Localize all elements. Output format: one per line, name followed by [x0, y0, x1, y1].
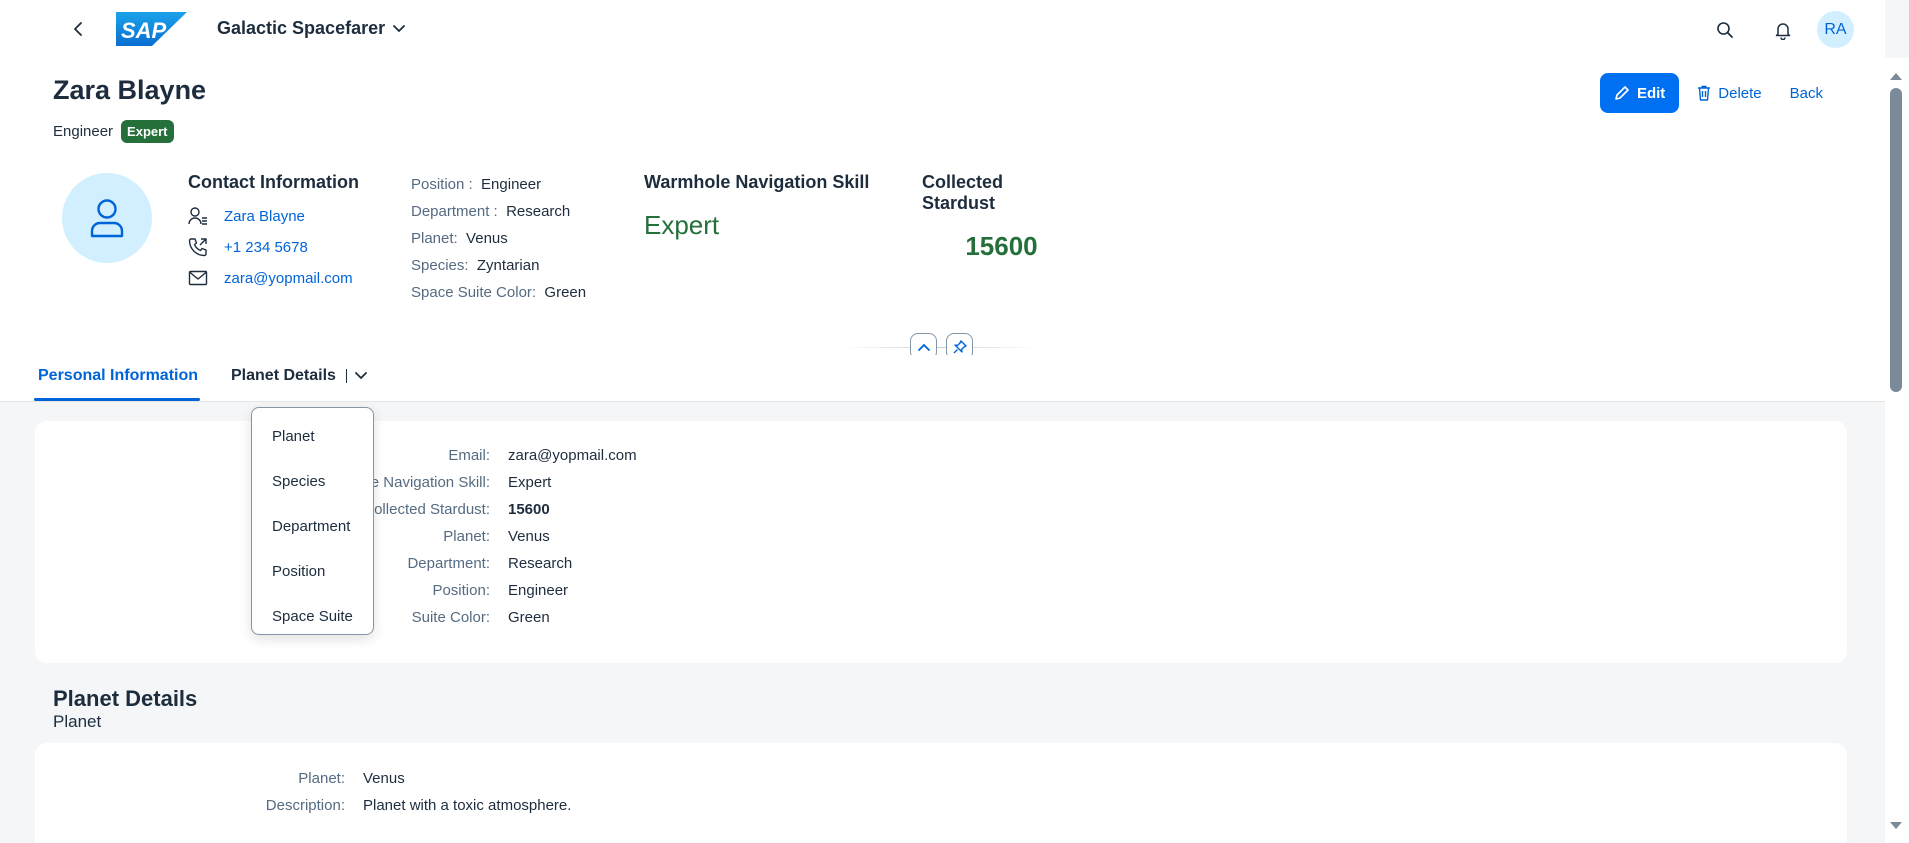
kpi-skill-value: Expert — [644, 210, 720, 240]
trash-icon — [1698, 85, 1711, 101]
scrollbar-thumb[interactable] — [1890, 88, 1902, 392]
section-subtitle: Planet — [53, 712, 102, 731]
page-subtitle: Engineer Expert — [53, 120, 174, 143]
contact-email-row: zara@yopmail.com — [188, 268, 359, 288]
person-card-icon — [188, 206, 208, 226]
contact-information: Contact Information Zara Blayne +1 234 5… — [188, 172, 359, 288]
chevron-down-icon — [393, 24, 406, 32]
bell-icon[interactable] — [1770, 17, 1796, 43]
search-icon[interactable] — [1712, 17, 1738, 43]
kpi-stardust-title: Collected Stardust — [922, 172, 1004, 213]
kpi-skill-title: Warmhole Navigation Skill — [644, 172, 870, 192]
back-arrow-icon[interactable] — [66, 17, 90, 41]
header-divider — [845, 347, 1035, 348]
back-label: Back — [1789, 84, 1823, 102]
planet-details-menu: Planet Species Department Position Space… — [251, 407, 374, 635]
svg-text:SAP: SAP — [121, 18, 167, 43]
object-page-header: Zara Blayne Engineer Expert Edit Delete … — [0, 58, 1885, 402]
attr-position: Position : Engineer — [411, 176, 542, 193]
person-icon — [90, 199, 124, 238]
contact-heading: Contact Information — [188, 172, 359, 192]
kpi-navigation-skill: Warmhole Navigation Skill Expert — [644, 172, 869, 241]
form-row: Planet: Venus — [298, 770, 405, 787]
envelope-icon — [188, 268, 208, 288]
form-row: Description: Planet with a toxic atmosphe… — [265, 797, 572, 814]
menu-item-position[interactable]: Position — [252, 549, 373, 594]
scroll-down-icon[interactable] — [1888, 820, 1904, 832]
tab-planet-details[interactable]: Planet Details — [231, 367, 367, 385]
delete-label: Delete — [1718, 84, 1762, 102]
employee-avatar — [62, 173, 152, 263]
attr-department: Department : Research — [411, 203, 571, 220]
contact-name-row: Zara Blayne — [188, 206, 359, 226]
page-title: Zara Blayne — [53, 75, 207, 105]
phone-icon — [188, 237, 208, 257]
tab-separator — [345, 368, 347, 383]
contact-name-link[interactable]: Zara Blayne — [224, 208, 305, 225]
menu-item-space-suite[interactable]: Space Suite — [252, 594, 373, 639]
edit-button[interactable]: Edit — [1599, 73, 1680, 113]
menu-item-planet[interactable]: Planet — [252, 414, 373, 459]
back-button[interactable]: Back — [1780, 73, 1833, 113]
attr-planet: Planet: Venus — [411, 230, 508, 247]
subtitle-text: Engineer — [53, 123, 114, 140]
sap-logo[interactable]: SAP — [116, 12, 187, 46]
shell-bar: SAP Galactic Spacefarer RA — [0, 0, 1885, 58]
scroll-up-icon[interactable] — [1888, 70, 1904, 82]
section-title: Planet Details — [53, 686, 198, 711]
tab-planet-details-label: Planet Details — [231, 367, 336, 384]
menu-item-department[interactable]: Department — [252, 504, 373, 549]
pencil-icon — [1615, 86, 1629, 100]
contact-email-link[interactable]: zara@yopmail.com — [224, 270, 353, 287]
app-title-menu[interactable]: Galactic Spacefarer — [217, 18, 406, 39]
delete-button[interactable]: Delete — [1687, 73, 1771, 113]
tab-personal-information[interactable]: Personal Information — [38, 367, 198, 385]
contact-phone-row: +1 234 5678 — [188, 237, 359, 257]
user-avatar[interactable]: RA — [1817, 11, 1854, 48]
chevron-down-icon[interactable] — [355, 371, 367, 380]
header-attributes: Position : Engineer Department : Researc… — [411, 171, 586, 306]
contact-phone-link[interactable]: +1 234 5678 — [224, 239, 308, 256]
chevron-up-icon — [917, 343, 930, 351]
kpi-collected-stardust: Collected Stardust 15600 — [922, 172, 1081, 262]
attr-suit-color: Space Suite Color: Green — [411, 284, 587, 301]
kpi-stardust-value: 15600 — [965, 231, 1038, 261]
status-badge: Expert — [121, 120, 174, 143]
attr-species: Species: Zyntarian — [411, 257, 540, 274]
pin-icon — [953, 339, 967, 353]
active-tab-indicator — [34, 398, 200, 401]
menu-item-species[interactable]: Species — [252, 459, 373, 504]
anchor-tab-bar: Personal Information Planet Details — [0, 355, 1885, 402]
header-actions: Edit Delete Back — [1599, 73, 1833, 113]
edit-label: Edit — [1636, 84, 1666, 102]
app-title: Galactic Spacefarer — [217, 18, 386, 38]
planet-details-card — [35, 743, 1847, 843]
